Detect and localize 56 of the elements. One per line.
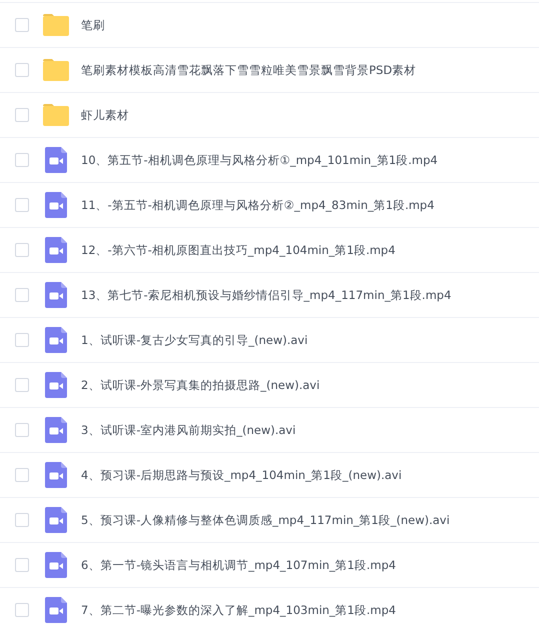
checkbox[interactable] bbox=[15, 558, 29, 572]
video-file-icon bbox=[43, 597, 69, 623]
file-name: 3、试听课-室内港风前期实拍_(new).avi bbox=[81, 422, 296, 438]
file-name: 笔刷素材模板高清雪花飘落下雪雪粒唯美雪景飘雪背景PSD素材 bbox=[81, 62, 416, 78]
checkbox[interactable] bbox=[15, 63, 29, 77]
file-name: 10、第五节-相机调色原理与风格分析①_mp4_101min_第1段.mp4 bbox=[81, 152, 438, 168]
checkbox[interactable] bbox=[15, 153, 29, 167]
file-name: 1、试听课-复古少女写真的引导_(new).avi bbox=[81, 332, 308, 348]
video-file-icon bbox=[43, 372, 69, 398]
file-row[interactable]: 11、-第五节-相机调色原理与风格分析②_mp4_83min_第1段.mp4 bbox=[0, 182, 539, 227]
checkbox[interactable] bbox=[15, 513, 29, 527]
file-row[interactable]: 笔刷素材模板高清雪花飘落下雪雪粒唯美雪景飘雪背景PSD素材 bbox=[0, 47, 539, 92]
file-name: 12、-第六节-相机原图直出技巧_mp4_104min_第1段.mp4 bbox=[81, 242, 396, 258]
file-name: 5、预习课-人像精修与整体色调质感_mp4_117min_第1段_(new).avi bbox=[81, 512, 450, 528]
file-row[interactable]: 2、试听课-外景写真集的拍摄思路_(new).avi bbox=[0, 362, 539, 407]
video-file-icon bbox=[43, 507, 69, 533]
checkbox[interactable] bbox=[15, 18, 29, 32]
file-name: 2、试听课-外景写真集的拍摄思路_(new).avi bbox=[81, 378, 320, 392]
file-name: 13、第七节-索尼相机预设与婚纱情侣引导_mp4_117min_第1段.mp4 bbox=[81, 288, 452, 302]
file-row[interactable]: 笔刷 bbox=[0, 2, 539, 47]
file-row[interactable]: 虾儿素材 bbox=[0, 92, 539, 137]
checkbox[interactable] bbox=[15, 333, 29, 347]
file-row[interactable]: 5、预习课-人像精修与整体色调质感_mp4_117min_第1段_(new).avi bbox=[0, 497, 539, 542]
checkbox[interactable] bbox=[15, 378, 29, 392]
file-name: 11、-第五节-相机调色原理与风格分析②_mp4_83min_第1段.mp4 bbox=[81, 198, 434, 212]
file-row[interactable]: 6、第一节-镜头语言与相机调节_mp4_107min_第1段.mp4 bbox=[0, 542, 539, 587]
checkbox[interactable] bbox=[15, 198, 29, 212]
video-file-icon bbox=[43, 237, 69, 263]
checkbox[interactable] bbox=[15, 468, 29, 482]
file-name: 6、第一节-镜头语言与相机调节_mp4_107min_第1段.mp4 bbox=[81, 558, 396, 572]
video-file-icon bbox=[43, 462, 69, 488]
folder-icon bbox=[43, 59, 69, 81]
video-file-icon bbox=[43, 282, 69, 308]
checkbox[interactable] bbox=[15, 423, 29, 437]
video-file-icon bbox=[43, 417, 69, 443]
file-row[interactable]: 3、试听课-室内港风前期实拍_(new).avi bbox=[0, 407, 539, 452]
video-file-icon bbox=[43, 327, 69, 353]
video-file-icon bbox=[43, 552, 69, 578]
folder-icon bbox=[43, 104, 69, 126]
checkbox[interactable] bbox=[15, 243, 29, 257]
folder-icon bbox=[43, 14, 69, 36]
checkbox[interactable] bbox=[15, 288, 29, 302]
video-file-icon bbox=[43, 147, 69, 173]
file-row[interactable]: 12、-第六节-相机原图直出技巧_mp4_104min_第1段.mp4 bbox=[0, 227, 539, 272]
file-name: 7、第二节-曝光参数的深入了解_mp4_103min_第1段.mp4 bbox=[81, 602, 396, 618]
file-name: 4、预习课-后期思路与预设_mp4_104min_第1段_(new).avi bbox=[81, 468, 402, 482]
checkbox[interactable] bbox=[15, 108, 29, 122]
file-row[interactable]: 13、第七节-索尼相机预设与婚纱情侣引导_mp4_117min_第1段.mp4 bbox=[0, 272, 539, 317]
file-row[interactable]: 4、预习课-后期思路与预设_mp4_104min_第1段_(new).avi bbox=[0, 452, 539, 497]
file-row[interactable]: 7、第二节-曝光参数的深入了解_mp4_103min_第1段.mp4 bbox=[0, 587, 539, 629]
checkbox[interactable] bbox=[15, 603, 29, 617]
file-name: 虾儿素材 bbox=[81, 108, 129, 122]
file-row[interactable]: 1、试听课-复古少女写真的引导_(new).avi bbox=[0, 317, 539, 362]
file-name: 笔刷 bbox=[81, 18, 105, 32]
file-row[interactable]: 10、第五节-相机调色原理与风格分析①_mp4_101min_第1段.mp4 bbox=[0, 137, 539, 182]
video-file-icon bbox=[43, 192, 69, 218]
